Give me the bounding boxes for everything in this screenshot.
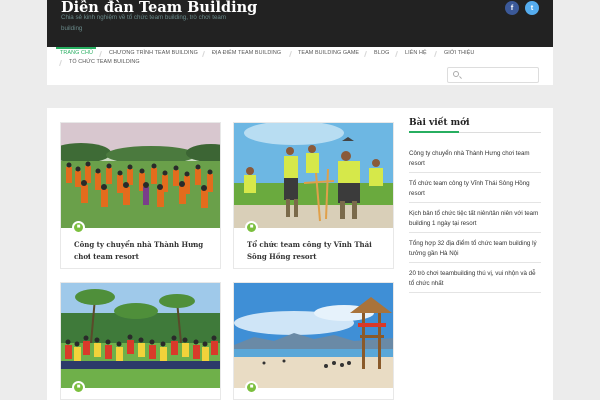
nav-item-locations[interactable]: ĐỊA ĐIỂM TEAM BUILDING <box>212 50 281 56</box>
nav-separator <box>395 50 398 58</box>
team-building-photo <box>234 123 393 228</box>
post-thumbnail[interactable] <box>61 283 220 388</box>
post-card[interactable]: ■ Công ty chuyển nhà Thành Hưng chơi tea… <box>60 122 221 269</box>
site-tagline: Chia sẻ kinh nghiệm về tổ chức team buil… <box>61 14 227 32</box>
post-thumbnail[interactable] <box>61 123 220 228</box>
recent-post-link[interactable]: Kịch bản tổ chức tiệc tất niên/tân niên … <box>409 203 541 233</box>
beach-resort-photo <box>234 283 393 388</box>
post-card[interactable]: ■ <box>60 282 221 400</box>
nav-separator <box>289 50 292 58</box>
document-icon: ■ <box>72 381 85 394</box>
recent-post-link[interactable]: Tổng hợp 32 địa điểm tổ chức team buildi… <box>409 233 541 263</box>
twitter-icon[interactable]: t <box>525 1 539 15</box>
post-title[interactable]: Tổ chức team công ty Vĩnh Thái Sông Hồng… <box>247 239 387 263</box>
team-building-photo <box>61 123 220 228</box>
nav-item-blog[interactable]: BLOG <box>374 50 389 56</box>
post-thumbnail[interactable] <box>234 283 393 388</box>
nav-separator <box>59 59 62 67</box>
document-icon: ■ <box>245 381 258 394</box>
nav-separator <box>202 50 205 58</box>
nav-item-organize[interactable]: TỔ CHỨC TEAM BUILDING <box>69 59 140 65</box>
team-building-photo <box>61 283 220 388</box>
sidebar-title: Bài viết mới <box>409 118 541 133</box>
nav-separator <box>364 50 367 58</box>
active-nav-indicator <box>56 47 96 49</box>
post-card[interactable]: ■ <box>233 282 394 400</box>
recent-post-link[interactable]: Tổ chức team công ty Vĩnh Thái Sông Hồng… <box>409 173 541 203</box>
nav-separator <box>434 50 437 58</box>
recent-post-link[interactable]: 20 trò chơi teambuilding thú vị, vui nhộ… <box>409 263 541 293</box>
nav-item-home[interactable]: TRANG CHỦ <box>60 50 93 56</box>
facebook-icon[interactable]: f <box>505 1 519 15</box>
nav-separator <box>99 50 102 58</box>
post-card[interactable]: ■ Tổ chức team công ty Vĩnh Thái Sông Hồ… <box>233 122 394 269</box>
search-icon <box>453 71 459 77</box>
nav-item-contact[interactable]: LIÊN HỆ <box>405 50 427 56</box>
search-box <box>447 67 539 83</box>
main-navigation: TRANG CHỦ CHƯƠNG TRÌNH TEAM BUILDING ĐỊA… <box>47 47 553 85</box>
nav-item-about[interactable]: GIỚI THIỆU <box>444 50 474 56</box>
nav-item-programs[interactable]: CHƯƠNG TRÌNH TEAM BUILDING <box>109 50 198 56</box>
post-thumbnail[interactable] <box>234 123 393 228</box>
sidebar-recent-posts: Bài viết mới Công ty chuyển nhà Thành Hư… <box>409 118 541 293</box>
site-header: Diễn đàn Team Building Chia sẻ kinh nghi… <box>47 0 553 47</box>
recent-post-link[interactable]: Công ty chuyển nhà Thành Hưng chơi team … <box>409 133 541 173</box>
document-icon: ■ <box>245 221 258 234</box>
post-title[interactable]: Công ty chuyển nhà Thành Hưng chơi team … <box>74 239 214 263</box>
nav-item-games[interactable]: TEAM BUILDING GAME <box>298 50 359 56</box>
search-input[interactable] <box>462 69 536 81</box>
document-icon: ■ <box>72 221 85 234</box>
